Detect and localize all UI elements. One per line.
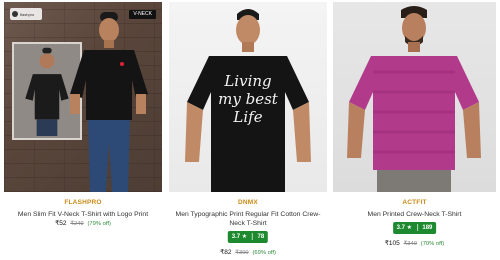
review-count: 78 [257, 234, 265, 240]
rating-badge: 3.7 ★ 189 [392, 222, 437, 234]
rating-divider [251, 232, 253, 240]
product-title[interactable]: Men Slim Fit V-Neck T-Shirt with Logo Pr… [6, 210, 160, 219]
product-brand[interactable]: DNMX [169, 199, 327, 206]
review-count: 189 [422, 225, 433, 231]
product-mrp: ₹349 [403, 241, 417, 247]
product-image[interactable]: flashpro V-NECK [4, 2, 162, 192]
rating-divider [416, 223, 418, 231]
product-image[interactable]: Living my best Life [169, 2, 327, 192]
rating-value: 3.7 [231, 234, 241, 240]
shirt-print-line-1: Living [223, 72, 271, 90]
product-card[interactable]: ACTFIT Men Printed Crew-Neck T-Shirt 3.7… [333, 0, 496, 260]
brand-logo-icon [12, 11, 18, 17]
product-brand[interactable]: ACTFIT [333, 199, 496, 206]
product-card[interactable]: Living my best Life DNMX Men Typographic… [169, 0, 327, 260]
product-card[interactable]: flashpro V-NECK FLASHPRO Men Slim Fit V-… [4, 0, 162, 260]
product-title[interactable]: Men Typographic Print Regular Fit Cotton… [171, 210, 325, 228]
price-row: ₹52 ₹249 (79% off) [4, 219, 162, 227]
star-icon: ★ [241, 234, 248, 240]
brand-logo-badge: flashpro [10, 8, 42, 20]
brand-logo-text: flashpro [20, 11, 35, 17]
rating-value: 3.7 [396, 225, 405, 231]
model-figure [347, 6, 481, 192]
product-mrp: ₹300 [235, 250, 249, 256]
product-price: ₹82 [220, 249, 232, 256]
rating-badge: 3.7 ★ 78 [227, 231, 269, 243]
product-title[interactable]: Men Printed Crew-Neck T-Shirt [335, 210, 494, 219]
price-row: ₹105 ₹349 (70% off) [333, 239, 496, 247]
product-image[interactable] [333, 2, 496, 192]
price-row: ₹82 ₹300 (69% off) [169, 248, 327, 256]
product-discount: (70% off) [420, 241, 445, 247]
star-icon: ★ [406, 225, 413, 231]
product-price: ₹52 [55, 220, 67, 227]
product-price: ₹105 [384, 240, 400, 247]
product-grid: flashpro V-NECK FLASHPRO Men Slim Fit V-… [0, 0, 500, 260]
shirt-print-line-2: my best [218, 90, 279, 108]
product-discount: (69% off) [252, 250, 276, 256]
image-tag: V-NECK [129, 10, 156, 19]
shirt-print-line-3: Life [232, 108, 262, 126]
model-figure: Living my best Life [185, 9, 311, 192]
product-mrp: ₹249 [70, 221, 84, 227]
model-figure [70, 12, 148, 192]
product-brand[interactable]: FLASHPRO [4, 199, 162, 206]
product-discount: (79% off) [87, 221, 111, 227]
